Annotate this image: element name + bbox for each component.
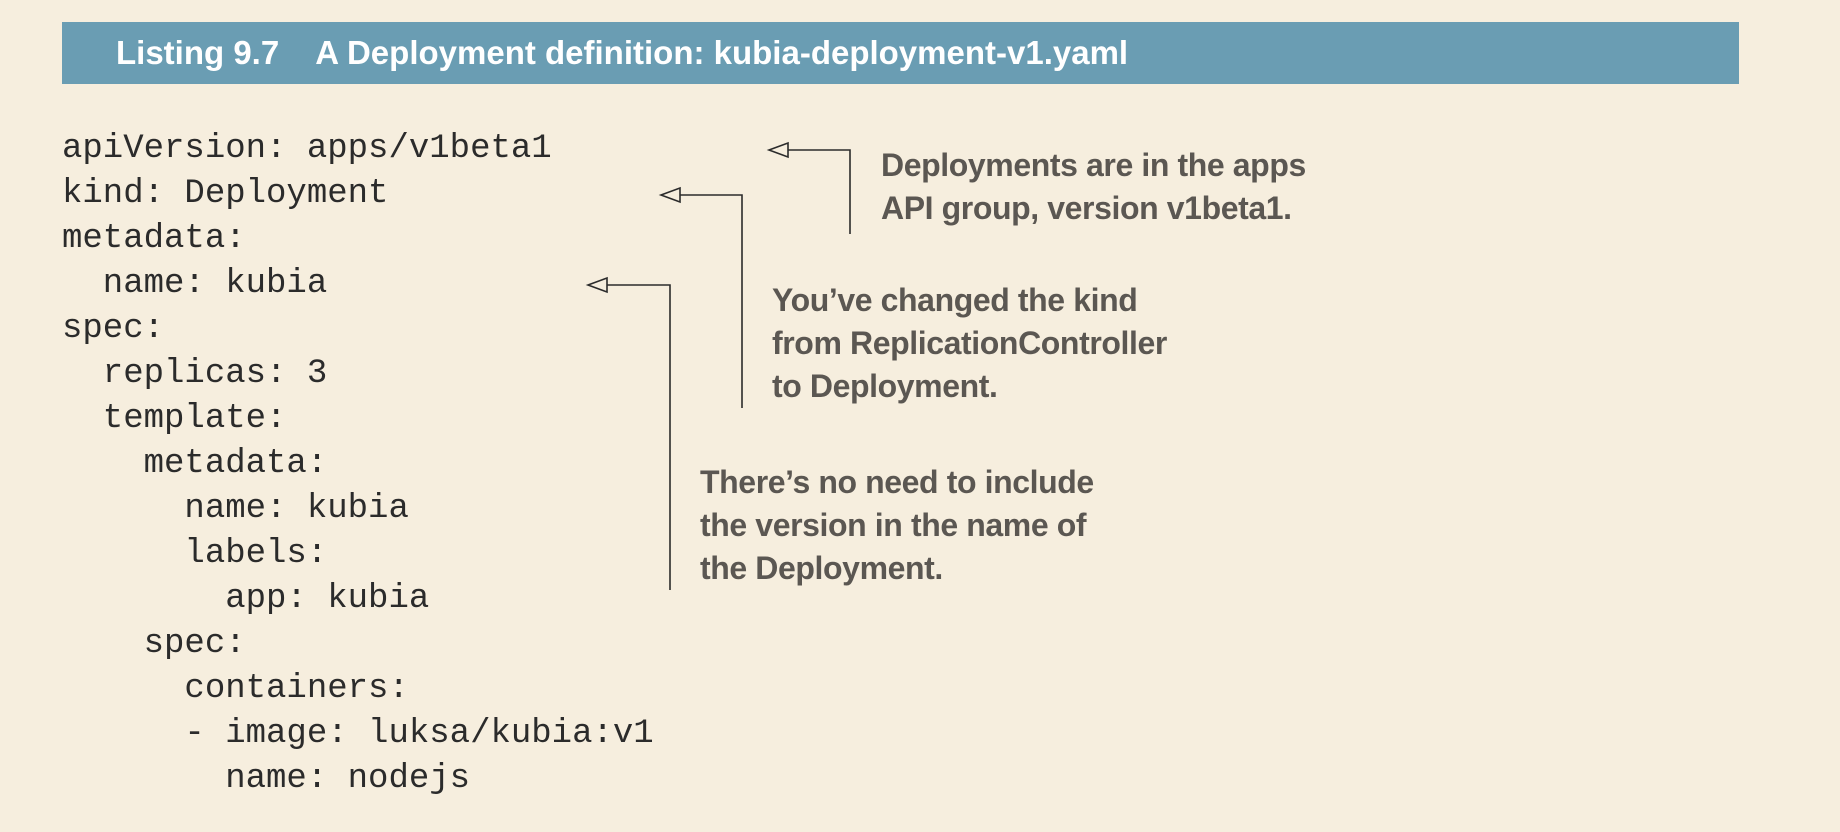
callout-line: to Deployment. (772, 368, 998, 404)
arrowhead-kind (658, 186, 681, 204)
arrowhead-name (585, 276, 608, 294)
callout-arrow-api-group (788, 149, 851, 234)
callout-line: from ReplicationController (772, 325, 1167, 361)
callout-line: API group, version v1beta1. (881, 190, 1292, 226)
arrowhead-api-group (766, 141, 789, 159)
callout-arrow-kind (680, 194, 743, 408)
callout-line: the Deployment. (700, 550, 943, 586)
callout-line: There’s no need to include (700, 464, 1094, 500)
callout-arrows (585, 141, 851, 590)
callout-line: the version in the name of (700, 507, 1087, 543)
callout-line: Deployments are in the apps (881, 147, 1306, 183)
callout-kind-changed: You’ve changed the kind from Replication… (772, 279, 1167, 408)
callout-line: You’ve changed the kind (772, 282, 1138, 318)
callout-arrow-name (607, 284, 671, 590)
callout-api-group: Deployments are in the apps API group, v… (881, 144, 1306, 230)
callout-no-version: There’s no need to include the version i… (700, 461, 1094, 590)
